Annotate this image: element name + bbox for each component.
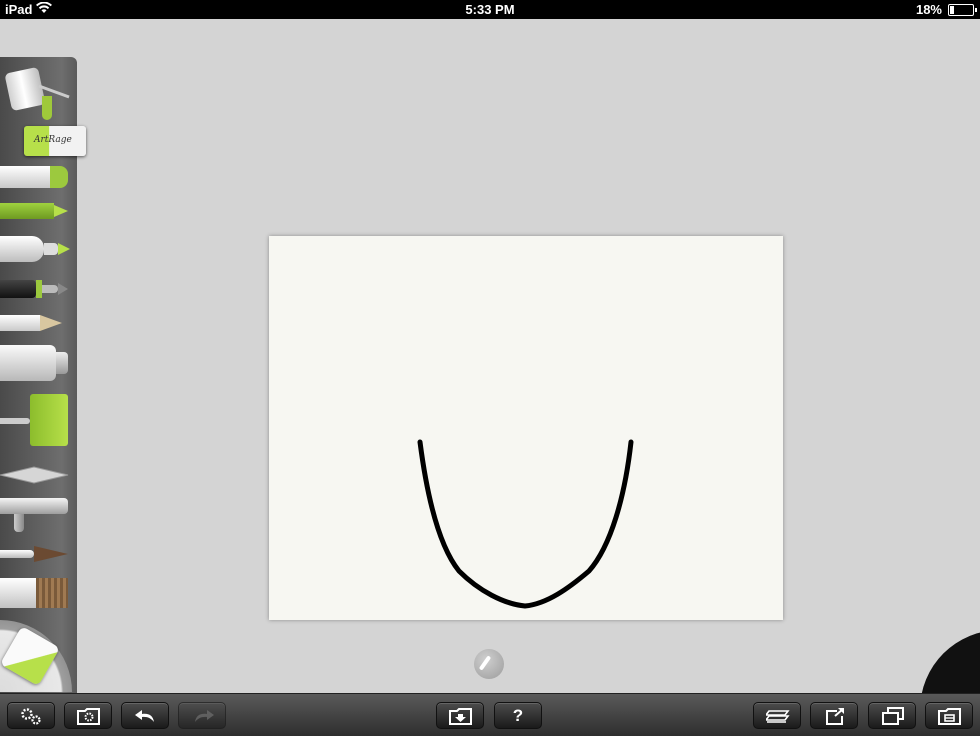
battery-percent: 18% [915, 2, 942, 17]
layers-icon [766, 710, 790, 723]
paint-pot-tool[interactable] [4, 66, 70, 120]
stencil-button[interactable] [925, 702, 973, 729]
undo-button[interactable] [121, 702, 169, 729]
export-button[interactable] [810, 702, 858, 729]
share-icon [826, 708, 844, 725]
status-bar: iPad 5:33 PM 18% [0, 0, 980, 19]
ink-pen-tool[interactable] [0, 280, 70, 298]
gears-icon [21, 708, 41, 725]
logo-text: ArtRage [34, 135, 72, 145]
flat-brush-tool[interactable] [0, 578, 70, 608]
crayon-tool[interactable] [0, 203, 70, 219]
battery-icon [948, 4, 977, 16]
help-label: ? [512, 706, 524, 725]
canvas-settings-button[interactable] [64, 702, 112, 729]
marker-tool[interactable] [0, 166, 70, 188]
thin-brush-tool[interactable] [0, 546, 70, 562]
settings-button[interactable] [7, 702, 55, 729]
undo-icon [135, 710, 154, 722]
paint-tube-tool[interactable] [0, 345, 70, 381]
airbrush-tool[interactable] [0, 498, 70, 534]
pencil-tool[interactable] [0, 315, 70, 331]
bottom-toolbar: ? [0, 693, 980, 736]
brush-stroke [417, 439, 634, 609]
toolbox-icon [938, 708, 961, 725]
palette-knife-tool[interactable] [0, 466, 70, 484]
felt-pen-tool[interactable] [0, 236, 70, 262]
copy-icon [882, 707, 904, 725]
folder-download-icon [449, 708, 472, 725]
gallery-button[interactable] [436, 702, 484, 729]
drawing-canvas[interactable] [269, 236, 783, 620]
reference-button[interactable] [868, 702, 916, 729]
clock: 5:33 PM [465, 2, 515, 17]
layers-button[interactable] [753, 702, 801, 729]
redo-icon [195, 710, 214, 722]
help-button[interactable]: ? [494, 702, 542, 729]
redo-button[interactable] [178, 702, 226, 729]
folder-gear-icon [77, 708, 100, 725]
color-picker-icon[interactable] [474, 649, 504, 679]
paint-roller-tool[interactable] [0, 394, 70, 446]
artrage-logo: ArtRage [24, 126, 86, 156]
